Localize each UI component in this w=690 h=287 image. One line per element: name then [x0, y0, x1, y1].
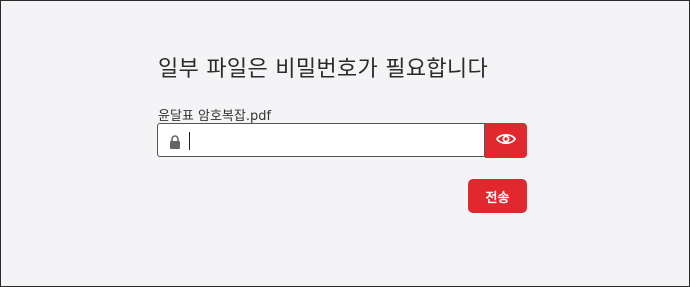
file-name-label: 윤달표 암호복잡.pdf [158, 109, 272, 124]
eye-icon [495, 131, 517, 150]
password-input[interactable] [192, 124, 477, 156]
lock-icon [169, 134, 181, 149]
password-field[interactable] [157, 123, 485, 157]
show-password-button[interactable] [485, 123, 527, 158]
dialog-title: 일부 파일은 비밀번호가 필요합니다 [158, 57, 488, 82]
password-dialog: 일부 파일은 비밀번호가 필요합니다 윤달표 암호복잡.pdf 전송 [0, 0, 690, 287]
text-caret [189, 132, 190, 150]
submit-button[interactable]: 전송 [468, 179, 527, 213]
